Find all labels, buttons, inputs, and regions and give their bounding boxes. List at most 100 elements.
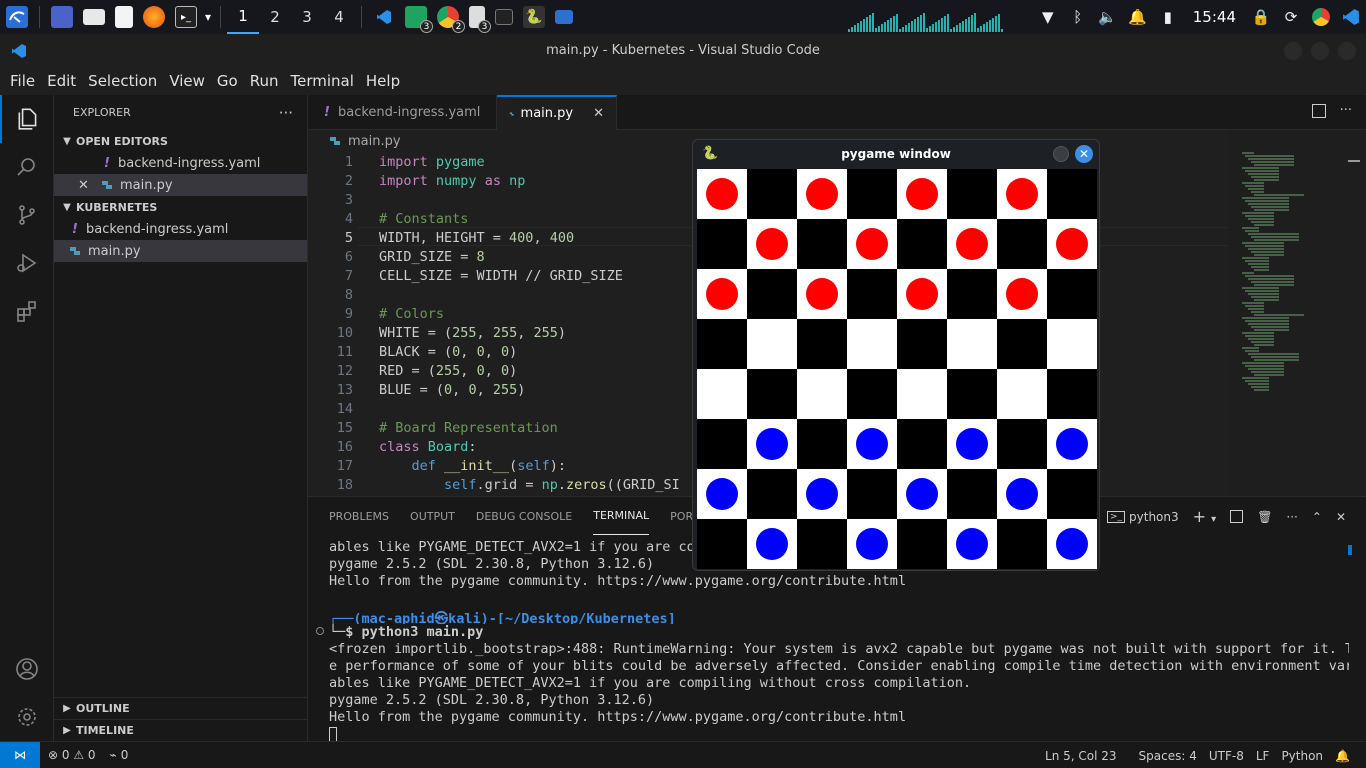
menu-file[interactable]: File bbox=[4, 72, 41, 90]
menu-go[interactable]: Go bbox=[211, 72, 244, 90]
blue-piece[interactable] bbox=[856, 428, 888, 460]
red-piece[interactable] bbox=[906, 278, 938, 310]
board-square[interactable] bbox=[997, 369, 1047, 419]
red-piece[interactable] bbox=[706, 178, 738, 210]
workspace-1[interactable]: 1 bbox=[227, 0, 259, 34]
board-square[interactable] bbox=[947, 219, 997, 269]
board-square[interactable] bbox=[697, 369, 747, 419]
board-square[interactable] bbox=[997, 469, 1047, 519]
file-manager-icon[interactable] bbox=[83, 9, 105, 25]
firefox-icon[interactable] bbox=[143, 6, 165, 28]
board-square[interactable] bbox=[747, 319, 797, 369]
folder-section[interactable]: ▼ KUBERNETES bbox=[54, 196, 307, 218]
file-tree-item[interactable]: main.py bbox=[54, 240, 307, 262]
language-mode[interactable]: Python bbox=[1281, 749, 1323, 763]
board-square[interactable] bbox=[797, 369, 847, 419]
board-square[interactable] bbox=[697, 219, 747, 269]
ports-count[interactable]: 0 bbox=[121, 748, 129, 762]
lock-screen-icon[interactable]: 🔒 bbox=[1246, 0, 1276, 34]
board-square[interactable] bbox=[897, 469, 947, 519]
cursor-position[interactable]: Ln 5, Col 23 bbox=[1045, 749, 1117, 763]
board-square[interactable] bbox=[997, 519, 1047, 569]
board-square[interactable] bbox=[847, 269, 897, 319]
pygame-title-bar[interactable]: 🐍 pygame window ✕ bbox=[693, 140, 1099, 168]
kali-menu-icon[interactable] bbox=[6, 6, 28, 28]
more-actions-icon[interactable]: ··· bbox=[279, 104, 293, 122]
editor-scrollbar[interactable] bbox=[1346, 152, 1360, 496]
close-editor-icon[interactable]: ✕ bbox=[78, 178, 92, 193]
red-piece[interactable] bbox=[756, 228, 788, 260]
board-square[interactable] bbox=[697, 169, 747, 219]
remote-indicator-icon[interactable]: ⋈ bbox=[0, 741, 40, 768]
maximize-button[interactable] bbox=[1311, 42, 1329, 60]
app-task-icon[interactable]: 3 bbox=[405, 6, 433, 33]
board-square[interactable] bbox=[947, 269, 997, 319]
board-square[interactable] bbox=[1047, 269, 1097, 319]
board-square[interactable] bbox=[1047, 469, 1097, 519]
red-piece[interactable] bbox=[806, 178, 838, 210]
open-editor-item[interactable]: ✕ main.py bbox=[54, 174, 307, 196]
tab-main-py[interactable]: main.py ✕ bbox=[497, 95, 617, 130]
blue-piece[interactable] bbox=[756, 528, 788, 560]
blue-piece[interactable] bbox=[756, 428, 788, 460]
blue-piece[interactable] bbox=[1056, 428, 1088, 460]
board-square[interactable] bbox=[747, 519, 797, 569]
red-piece[interactable] bbox=[856, 228, 888, 260]
board-square[interactable] bbox=[847, 369, 897, 419]
notifications-bell-icon[interactable]: 🔔 bbox=[1335, 749, 1350, 763]
red-piece[interactable] bbox=[1056, 228, 1088, 260]
tab-problems[interactable]: PROBLEMS bbox=[329, 497, 389, 535]
line-ending[interactable]: LF bbox=[1256, 749, 1270, 763]
blue-piece[interactable] bbox=[856, 528, 888, 560]
blue-piece[interactable] bbox=[1056, 528, 1088, 560]
blue-piece[interactable] bbox=[956, 428, 988, 460]
board-square[interactable] bbox=[747, 469, 797, 519]
tab-output[interactable]: OUTPUT bbox=[410, 497, 455, 535]
board-square[interactable] bbox=[847, 169, 897, 219]
vscode-tray-icon[interactable] bbox=[1336, 0, 1366, 34]
board-square[interactable] bbox=[1047, 419, 1097, 469]
board-square[interactable] bbox=[897, 419, 947, 469]
red-piece[interactable] bbox=[806, 278, 838, 310]
board-square[interactable] bbox=[797, 269, 847, 319]
tab-backend-ingress[interactable]: ! backend-ingress.yaml bbox=[308, 95, 497, 130]
board-square[interactable] bbox=[847, 469, 897, 519]
board-square[interactable] bbox=[747, 219, 797, 269]
breadcrumb-file[interactable]: main.py bbox=[348, 134, 401, 149]
workspace-4[interactable]: 4 bbox=[323, 0, 355, 34]
board-square[interactable] bbox=[847, 419, 897, 469]
file-tree-item[interactable]: ! backend-ingress.yaml bbox=[54, 218, 307, 240]
tab-debug-console[interactable]: DEBUG CONSOLE bbox=[476, 497, 572, 535]
maximize-panel-icon[interactable]: ⌃ bbox=[1312, 510, 1322, 524]
notification-bell-icon[interactable]: 🔔 bbox=[1123, 0, 1153, 34]
explorer-icon[interactable] bbox=[0, 95, 54, 143]
board-square[interactable] bbox=[697, 519, 747, 569]
wifi-icon[interactable]: ▼ bbox=[1033, 0, 1063, 34]
board-square[interactable] bbox=[797, 419, 847, 469]
board-square[interactable] bbox=[847, 319, 897, 369]
red-piece[interactable] bbox=[1006, 278, 1038, 310]
blue-piece[interactable] bbox=[956, 528, 988, 560]
board-square[interactable] bbox=[697, 469, 747, 519]
terminal-icon[interactable]: ▸_ bbox=[175, 6, 197, 28]
battery-icon[interactable]: ▮ bbox=[1153, 0, 1183, 34]
blue-piece[interactable] bbox=[806, 478, 838, 510]
board-square[interactable] bbox=[947, 319, 997, 369]
logout-icon[interactable]: ⟳ bbox=[1276, 0, 1306, 34]
screen-task-icon[interactable] bbox=[555, 10, 573, 24]
board-square[interactable] bbox=[947, 419, 997, 469]
split-editor-icon[interactable] bbox=[1312, 104, 1326, 118]
board-square[interactable] bbox=[897, 519, 947, 569]
red-piece[interactable] bbox=[956, 228, 988, 260]
problems-indicator[interactable]: ⊗ 0 ⚠ 0 bbox=[48, 748, 96, 762]
menu-edit[interactable]: Edit bbox=[41, 72, 82, 90]
timeline-section[interactable]: ▶ TIMELINE bbox=[54, 719, 307, 741]
accounts-icon[interactable] bbox=[0, 645, 54, 693]
menu-terminal[interactable]: Terminal bbox=[285, 72, 360, 90]
board-square[interactable] bbox=[847, 219, 897, 269]
workspace-3[interactable]: 3 bbox=[291, 0, 323, 34]
close-button[interactable]: ✕ bbox=[1075, 145, 1093, 163]
board-square[interactable] bbox=[897, 269, 947, 319]
red-piece[interactable] bbox=[1006, 178, 1038, 210]
blue-piece[interactable] bbox=[906, 478, 938, 510]
